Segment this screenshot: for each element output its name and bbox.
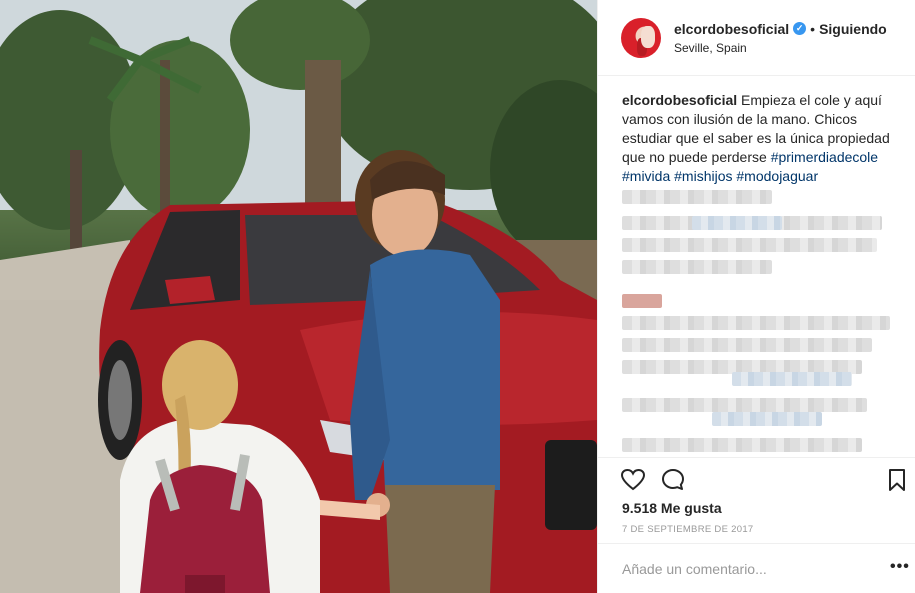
hashtag-link[interactable]: #modojaguar [736, 168, 818, 184]
post-sidebar: elcordobesoficial ✓ • Siguiendo Seville,… [597, 0, 915, 593]
blurred-line [732, 372, 852, 386]
bookmark-icon[interactable] [884, 467, 910, 493]
blurred-line [622, 438, 862, 452]
blurred-line [712, 412, 822, 426]
username-link[interactable]: elcordobesoficial [674, 21, 789, 37]
caption-username-link[interactable]: elcordobesoficial [622, 92, 737, 108]
comment-box: ••• [598, 543, 915, 593]
location-link[interactable]: Seville, Spain [674, 41, 887, 55]
comment-bubble-icon[interactable] [660, 467, 686, 493]
more-options-icon[interactable]: ••• [890, 558, 910, 576]
post-photo[interactable] [0, 0, 597, 593]
action-bar [598, 457, 915, 497]
hashtag-link[interactable]: #primerdiadecole [771, 149, 878, 165]
blurred-line [622, 338, 872, 352]
blurred-line [622, 238, 877, 252]
header-row: elcordobesoficial ✓ • Siguiendo [674, 21, 887, 37]
verified-badge-icon: ✓ [793, 22, 807, 35]
separator-dot: • [810, 20, 816, 37]
following-button[interactable]: Siguiendo [819, 21, 887, 37]
likes-count[interactable]: 9.518 Me gusta [622, 500, 722, 516]
post-header: elcordobesoficial ✓ • Siguiendo Seville,… [598, 0, 915, 76]
comment-input[interactable] [622, 558, 862, 580]
header-text: elcordobesoficial ✓ • Siguiendo Seville,… [674, 21, 887, 55]
blurred-line [622, 316, 890, 330]
blurred-line [622, 294, 662, 308]
post-date: 7 DE SEPTIEMBRE DE 2017 [622, 524, 754, 535]
hashtag-link[interactable]: #mishijos [674, 168, 732, 184]
blurred-line [622, 260, 772, 274]
post-caption: elcordobesoficial Empieza el cole y aquí… [622, 91, 894, 186]
blurred-line [622, 190, 772, 204]
photo-illustration [0, 0, 597, 593]
blurred-line [692, 216, 782, 230]
blurred-comments [622, 186, 894, 456]
heart-icon[interactable] [620, 467, 646, 493]
avatar[interactable] [621, 17, 661, 58]
hashtag-link[interactable]: #mivida [622, 168, 670, 184]
blurred-line [622, 398, 867, 412]
